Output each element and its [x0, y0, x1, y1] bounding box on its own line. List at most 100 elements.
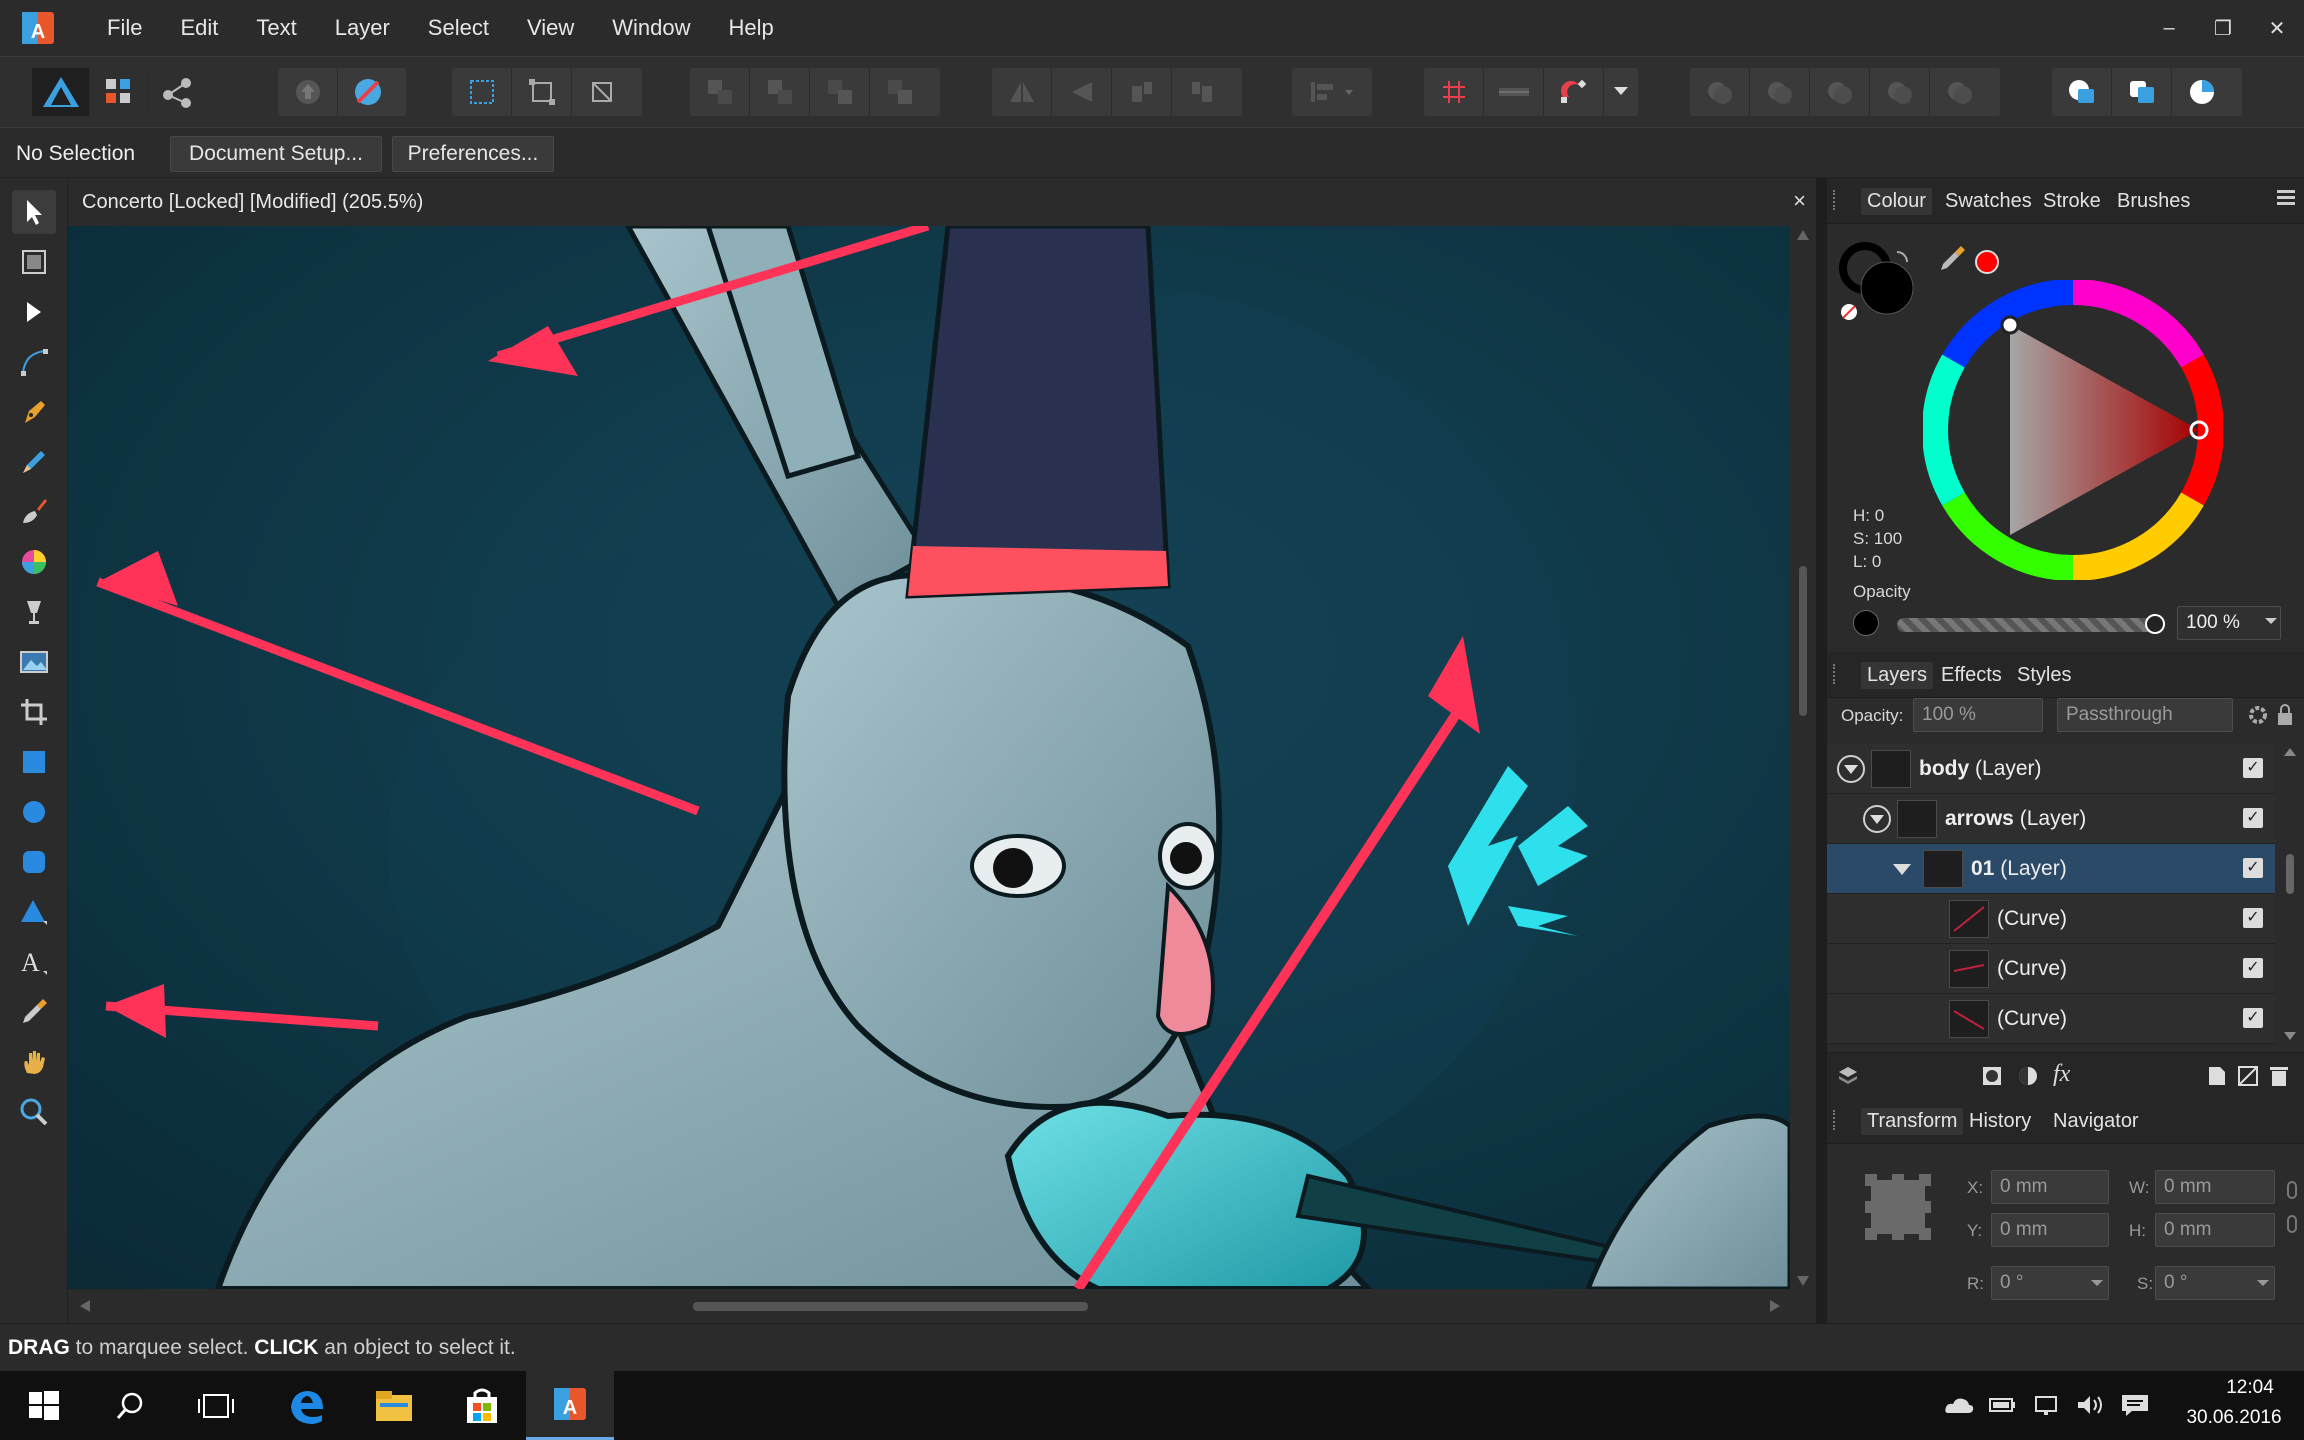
minimize-button[interactable]: –: [2142, 0, 2196, 56]
triangle-tool-icon[interactable]: [12, 890, 56, 934]
y-field[interactable]: 0 mm: [1991, 1213, 2109, 1247]
menu-layer[interactable]: Layer: [316, 15, 409, 41]
delete-layer-icon[interactable]: [2269, 1065, 2289, 1087]
tab-colour[interactable]: Colour: [1861, 188, 1932, 215]
layers-stack-icon[interactable]: [1837, 1065, 1859, 1087]
visibility-checkbox[interactable]: ✓: [2243, 808, 2263, 828]
mask-icon[interactable]: [1981, 1065, 2003, 1087]
layer-row-body[interactable]: body (Layer) ✓: [1827, 744, 2275, 794]
move-tool-icon[interactable]: [12, 190, 56, 234]
guides-icon[interactable]: [1484, 68, 1544, 116]
visibility-checkbox[interactable]: ✓: [2243, 858, 2263, 878]
notifications-icon[interactable]: [2120, 1393, 2150, 1417]
opacity-slider[interactable]: [1897, 614, 2165, 634]
h-field[interactable]: 0 mm: [2155, 1213, 2275, 1247]
move-backward-icon[interactable]: [750, 68, 810, 116]
battery-icon[interactable]: [1988, 1393, 2018, 1417]
affinity-designer-taskbar-icon[interactable]: A: [526, 1371, 614, 1440]
rotate-right-icon[interactable]: [1172, 68, 1232, 116]
horizontal-scrollbar[interactable]: [68, 1289, 1816, 1323]
visibility-checkbox[interactable]: ✓: [2243, 958, 2263, 978]
menu-edit[interactable]: Edit: [161, 15, 237, 41]
transform-origin-icon[interactable]: [572, 68, 632, 116]
expand-icon[interactable]: [1863, 805, 1891, 833]
anchor-selector-icon[interactable]: [1865, 1174, 1931, 1240]
clock-date[interactable]: 30.06.2016: [2172, 1407, 2296, 1429]
move-front-icon[interactable]: [870, 68, 930, 116]
tab-history[interactable]: History: [1963, 1108, 2037, 1135]
layer-row-curve[interactable]: (Curve) ✓: [1827, 894, 2275, 944]
export-persona-icon[interactable]: [148, 68, 207, 116]
corner-tool-icon[interactable]: [12, 340, 56, 384]
text-tool-icon[interactable]: A: [12, 940, 56, 984]
visibility-checkbox[interactable]: ✓: [2243, 758, 2263, 778]
rotate-left-icon[interactable]: [1112, 68, 1172, 116]
pixel-persona-icon[interactable]: [90, 68, 149, 116]
intersect-icon[interactable]: [1810, 68, 1870, 116]
layer-row-arrows[interactable]: arrows (Layer) ✓: [1827, 794, 2275, 844]
vertical-scrollbar[interactable]: [1790, 226, 1816, 1289]
upload-icon[interactable]: [278, 68, 338, 116]
tab-effects[interactable]: Effects: [1935, 662, 2008, 689]
onedrive-icon[interactable]: [1944, 1393, 1974, 1417]
menu-file[interactable]: File: [88, 15, 161, 41]
visibility-checkbox[interactable]: ✓: [2243, 908, 2263, 928]
add-layer-icon[interactable]: [2207, 1065, 2227, 1087]
crop-tool-icon[interactable]: [12, 690, 56, 734]
insert-front-icon[interactable]: [2172, 68, 2232, 116]
node-tool-icon[interactable]: [12, 290, 56, 334]
snapping-magnet-icon[interactable]: [1544, 68, 1604, 116]
brush-tool-icon[interactable]: [12, 490, 56, 534]
shear-dropdown-icon[interactable]: [2257, 1278, 2269, 1288]
blend-mode-select[interactable]: Passthrough: [2057, 698, 2233, 732]
colour-wheel[interactable]: [1923, 280, 2223, 580]
divide-icon[interactable]: [1930, 68, 1990, 116]
pen-tool-icon[interactable]: [12, 390, 56, 434]
lock-icon[interactable]: [2277, 704, 2293, 726]
opacity-slider-handle[interactable]: [2145, 614, 2165, 634]
colour-picker-icon[interactable]: [1939, 246, 1965, 272]
clock-time[interactable]: 12:04: [2204, 1377, 2296, 1399]
panel-menu-icon[interactable]: [2277, 190, 2295, 206]
grid-icon[interactable]: [1424, 68, 1484, 116]
picked-colour-swatch[interactable]: [1975, 250, 1999, 274]
hand-tool-icon[interactable]: [12, 1040, 56, 1084]
link-icon[interactable]: [2285, 1178, 2299, 1238]
fx-icon[interactable]: fx: [2053, 1061, 2070, 1088]
tab-swatches[interactable]: Swatches: [1939, 188, 2038, 215]
rotation-dropdown-icon[interactable]: [2091, 1278, 2103, 1288]
move-back-icon[interactable]: [690, 68, 750, 116]
rounded-rectangle-tool-icon[interactable]: [12, 840, 56, 884]
flip-horizontal-icon[interactable]: [992, 68, 1052, 116]
tab-styles[interactable]: Styles: [2011, 662, 2077, 689]
close-button[interactable]: ✕: [2250, 0, 2304, 56]
rectangle-tool-icon[interactable]: [12, 740, 56, 784]
menu-help[interactable]: Help: [709, 15, 792, 41]
layers-scrollbar[interactable]: [2279, 744, 2301, 1044]
canvas[interactable]: [68, 226, 1790, 1289]
expand-icon[interactable]: [1893, 862, 1911, 876]
preferences-button[interactable]: Preferences...: [392, 136, 554, 172]
add-pixel-layer-icon[interactable]: [2237, 1065, 2259, 1087]
pencil-tool-icon[interactable]: [12, 440, 56, 484]
store-icon[interactable]: [438, 1371, 526, 1440]
artboard-tool-icon[interactable]: [12, 240, 56, 284]
eyedropper-tool-icon[interactable]: [12, 990, 56, 1034]
layer-opacity-field[interactable]: 100 %: [1913, 698, 2043, 732]
start-windows-icon[interactable]: [0, 1371, 88, 1440]
insert-behind-icon[interactable]: [2052, 68, 2112, 116]
subtract-icon[interactable]: [1750, 68, 1810, 116]
opacity-dropdown-icon[interactable]: [2265, 616, 2277, 626]
insert-inside-icon[interactable]: [2112, 68, 2172, 116]
expand-icon[interactable]: [1837, 755, 1865, 783]
layer-row-curve[interactable]: (Curve) ✓: [1827, 944, 2275, 994]
tab-transform[interactable]: Transform: [1861, 1108, 1964, 1135]
menu-window[interactable]: Window: [593, 15, 709, 41]
close-document-icon[interactable]: ×: [1793, 188, 1806, 214]
xor-icon[interactable]: [1870, 68, 1930, 116]
visibility-checkbox[interactable]: ✓: [2243, 1008, 2263, 1028]
search-icon[interactable]: [86, 1371, 174, 1440]
transparency-tool-icon[interactable]: [12, 590, 56, 634]
layer-row-01[interactable]: 01 (Layer) ✓: [1827, 844, 2275, 894]
file-explorer-icon[interactable]: [350, 1371, 438, 1440]
